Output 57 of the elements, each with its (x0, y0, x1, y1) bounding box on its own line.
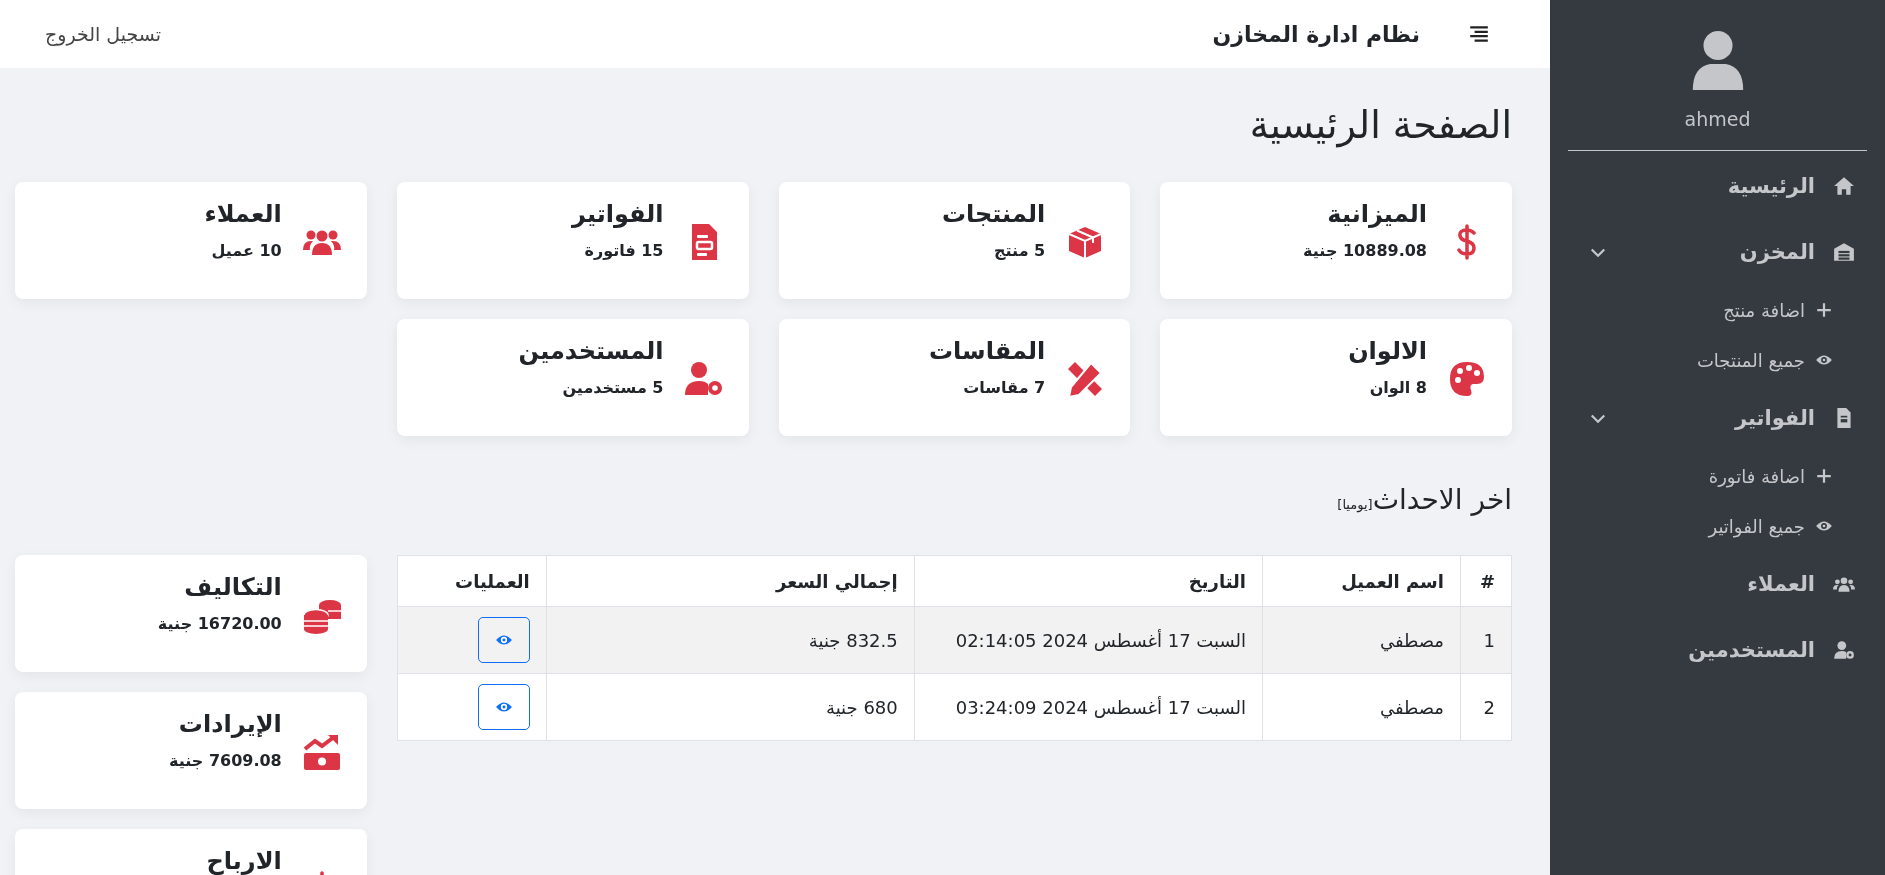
stat-title: المقاسات (928, 337, 1046, 366)
plus-icon (1815, 467, 1833, 485)
sidebar-item[interactable]: الرئيسية (1568, 153, 1867, 219)
period-label: [يوميا] (1337, 496, 1373, 515)
table-cell: 1 (1460, 606, 1512, 674)
stat-value: 7609.08 جنية (169, 751, 282, 771)
sidebar-subitem[interactable]: جميع الفواتير (1568, 501, 1867, 551)
sidebar-item[interactable]: العملاء (1568, 551, 1867, 617)
stat-value: 5 مستخدمين (561, 378, 664, 398)
view-button[interactable] (477, 684, 530, 730)
warehouse-icon (1833, 241, 1855, 263)
table-cell: 680 جنية (546, 673, 915, 741)
menu-icon[interactable] (1468, 23, 1490, 45)
stat-title: العملاء (204, 200, 282, 229)
user-gear-icon (1833, 639, 1855, 661)
palette-icon (1447, 359, 1487, 399)
stat-title: المنتجات (941, 200, 1046, 229)
money-trend-icon (301, 732, 342, 772)
stat-title: الميزانية (1326, 200, 1427, 229)
home-icon (1833, 175, 1855, 197)
column-header: إجمالي السعر (546, 555, 915, 607)
section-title: اخر الاحداث (1372, 482, 1512, 518)
logout-link[interactable]: تسجيل الخروج (45, 23, 161, 45)
stat-title: الإيرادات (177, 710, 282, 739)
table-cell: مصطفي (1262, 606, 1461, 674)
stat-title: الالوان (1348, 337, 1427, 366)
column-header: العمليات (397, 555, 547, 607)
stat-value: 5 منتج (993, 241, 1046, 261)
stat-title: الارباح (206, 847, 282, 875)
user-name: ahmed (1684, 108, 1751, 130)
table-cell: السبت 17 أغسطس 2024 03:24:09 (914, 673, 1263, 741)
table-cell: مصطفي (1262, 673, 1461, 741)
column-header: # (1460, 555, 1512, 607)
table-cell: 2 (1460, 673, 1512, 741)
stat-title: الفواتير (571, 200, 664, 229)
table-cell: السبت 17 أغسطس 2024 02:14:05 (914, 606, 1263, 674)
stat-value: 10889.08 جنية (1303, 241, 1427, 261)
app-title: نظام ادارة المخازن (1212, 21, 1420, 47)
stat-value: 8 الوان (1368, 378, 1427, 398)
sidebar-subitem[interactable]: اضافة فاتورة (1568, 451, 1867, 501)
stat-title: التكاليف (183, 573, 282, 602)
view-button[interactable] (477, 617, 530, 663)
stat-title: المستخدمين (518, 337, 664, 366)
stat-value: 7 مقاسات (962, 378, 1046, 398)
table-cell: 832.5 جنية (546, 606, 915, 674)
sidebar-item[interactable]: المستخدمين (1568, 617, 1867, 683)
stat-value: 15 فاتورة (583, 241, 664, 261)
page-title: الصفحة الرئيسية (1248, 102, 1512, 148)
sidebar-item[interactable]: الفواتير (1568, 385, 1867, 451)
stat-value: 16720.00 جنية (157, 614, 282, 634)
plus-icon (1815, 301, 1833, 319)
sidebar-item[interactable]: المخزن (1568, 219, 1867, 285)
sidebar-subitem[interactable]: جميع المنتجات (1568, 335, 1867, 385)
stat-value: 10 عميل (210, 241, 282, 261)
column-header: اسم العميل (1262, 555, 1461, 607)
sidebar-subitem[interactable]: اضافة منتج (1568, 285, 1867, 335)
column-header: التاريخ (914, 555, 1263, 607)
